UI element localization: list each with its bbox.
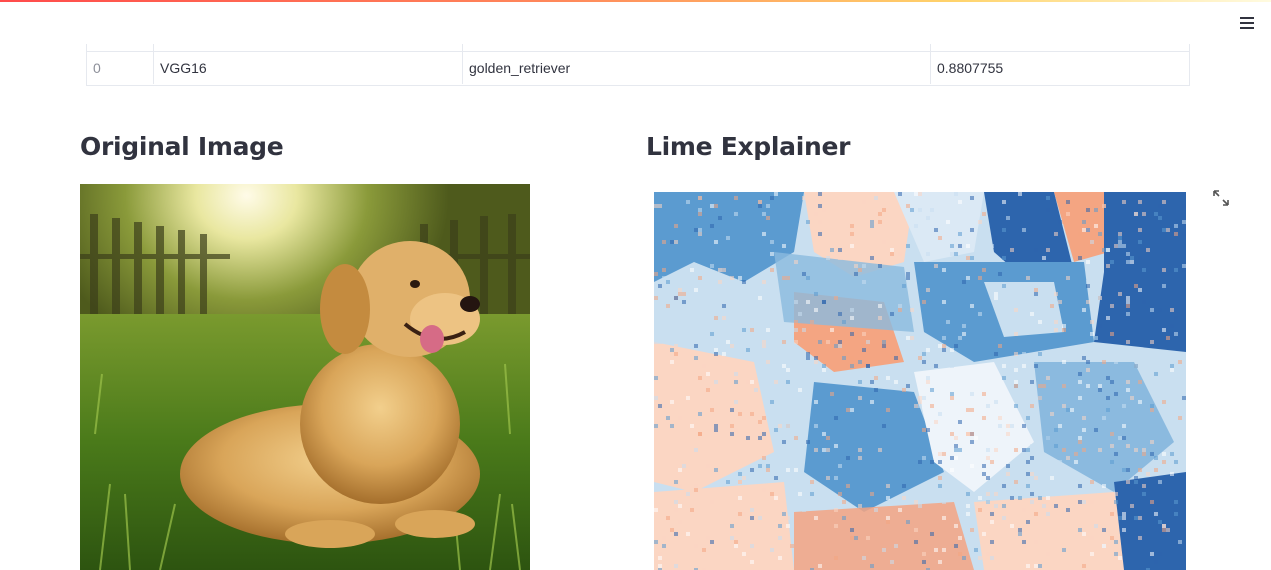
table-row[interactable]: 0 VGG16 golden_retriever 0.8807755 — [87, 51, 1189, 84]
row-index-cell: 0 — [87, 52, 154, 84]
lime-heatmap — [654, 192, 1186, 570]
lime-explainer-heading: Lime Explainer — [646, 132, 851, 161]
label-cell: golden_retriever — [463, 52, 931, 84]
golden-retriever-photo — [80, 184, 530, 570]
table-header-remnant — [87, 44, 1189, 51]
expand-arrows-icon — [1213, 190, 1229, 206]
score-cell: 0.8807755 — [937, 60, 1004, 76]
model-cell: VGG16 — [154, 52, 463, 84]
main-menu-button[interactable] — [1233, 10, 1261, 36]
fullscreen-expand-icon[interactable] — [1212, 189, 1230, 207]
results-table: 0 VGG16 golden_retriever 0.8807755 — [86, 44, 1190, 86]
hamburger-menu-icon — [1240, 17, 1254, 29]
original-image — [80, 184, 530, 570]
original-image-heading: Original Image — [80, 132, 284, 161]
lime-explanation-image — [654, 192, 1186, 570]
top-decoration-bar — [0, 0, 1271, 2]
